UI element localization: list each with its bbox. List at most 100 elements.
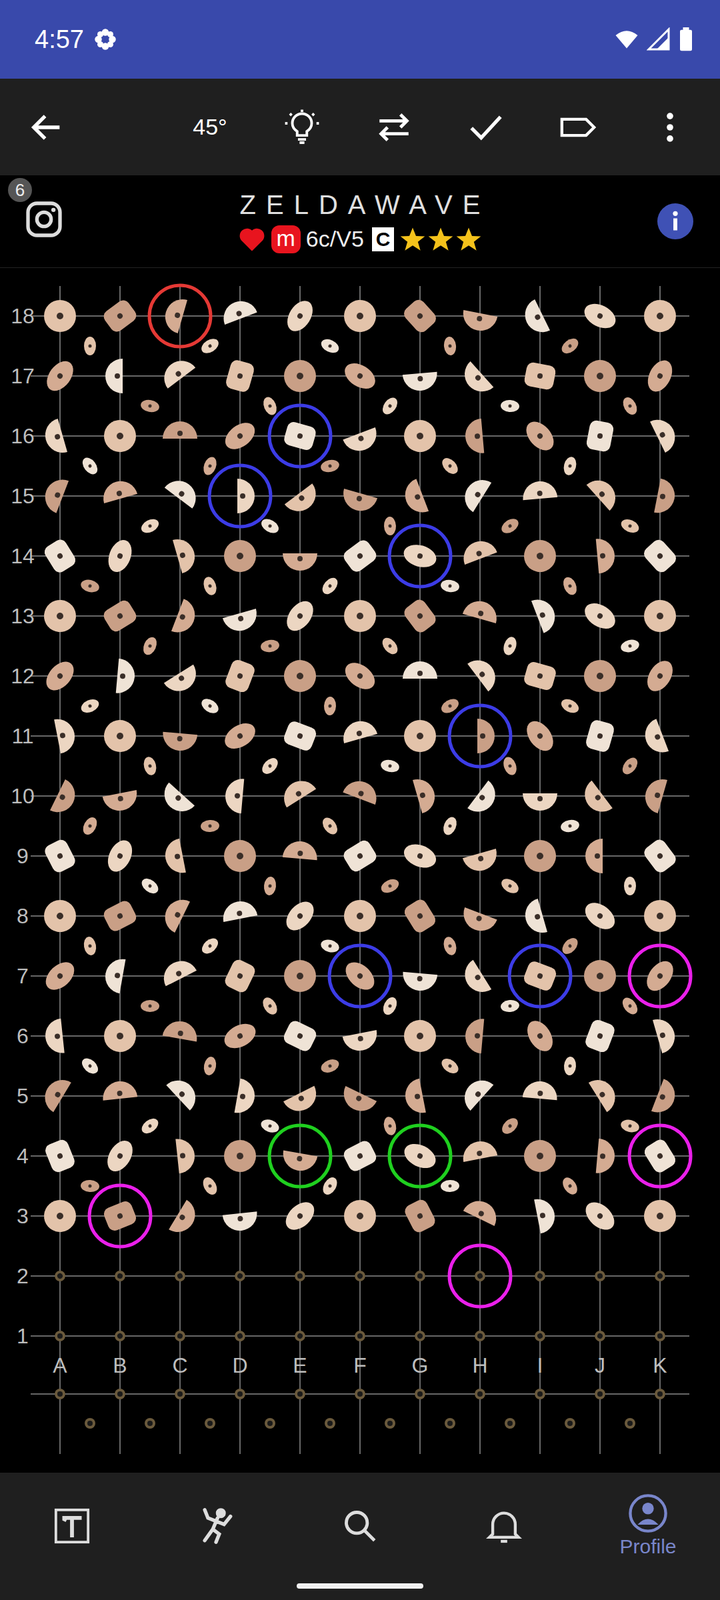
board-hold[interactable]	[463, 1195, 502, 1226]
route-hold-marker[interactable]	[509, 945, 571, 1007]
board-hold[interactable]	[161, 295, 188, 334]
board-hold[interactable]	[578, 780, 613, 819]
board-hold[interactable]	[52, 1268, 68, 1284]
board-hold[interactable]	[263, 876, 278, 896]
board-hold[interactable]	[168, 1200, 202, 1239]
board-hold[interactable]	[41, 356, 79, 396]
board-hold[interactable]	[319, 814, 340, 837]
board-hold[interactable]	[138, 516, 161, 536]
route-hold-marker[interactable]	[149, 285, 211, 347]
route-hold-marker[interactable]	[389, 525, 451, 587]
board-hold[interactable]	[105, 358, 123, 394]
board-hold[interactable]	[642, 656, 678, 696]
board-hold[interactable]	[580, 897, 620, 935]
board-hold[interactable]	[173, 1329, 187, 1343]
board-hold[interactable]	[500, 399, 520, 413]
board-hold[interactable]	[282, 420, 318, 452]
board-hold[interactable]	[280, 656, 320, 696]
board-hold[interactable]	[259, 755, 281, 778]
board-hold[interactable]	[467, 653, 502, 692]
board-hold[interactable]	[402, 372, 439, 392]
board-hold[interactable]	[282, 840, 319, 860]
route-hold-marker[interactable]	[449, 705, 511, 767]
board-hold[interactable]	[97, 713, 143, 759]
board-hold[interactable]	[79, 454, 100, 477]
board-hold[interactable]	[579, 655, 621, 697]
board-hold[interactable]	[517, 1133, 563, 1179]
board-hold[interactable]	[138, 875, 161, 896]
board-hold[interactable]	[517, 833, 562, 878]
board-hold[interactable]	[534, 1196, 558, 1234]
gesture-handle[interactable]	[296, 1583, 424, 1589]
board-hold[interactable]	[642, 598, 678, 634]
board-hold[interactable]	[112, 1328, 128, 1344]
board-hold[interactable]	[223, 658, 256, 694]
board-hold[interactable]	[402, 897, 438, 935]
board-hold[interactable]	[384, 516, 397, 536]
board-hold[interactable]	[519, 299, 550, 338]
board-hold[interactable]	[292, 1328, 308, 1344]
board-hold[interactable]	[54, 716, 78, 754]
board-hold[interactable]	[319, 458, 340, 474]
board-hold[interactable]	[140, 398, 161, 414]
board-hold[interactable]	[641, 297, 679, 335]
board-hold[interactable]	[440, 815, 459, 838]
board-hold[interactable]	[340, 358, 380, 394]
board-hold[interactable]	[340, 956, 380, 995]
board-hold[interactable]	[619, 638, 641, 654]
board-hold[interactable]	[400, 840, 440, 872]
board-hold[interactable]	[522, 793, 558, 811]
board-hold[interactable]	[344, 600, 376, 632]
route-hold-marker[interactable]	[449, 1245, 511, 1307]
board-hold[interactable]	[378, 876, 401, 896]
board-hold[interactable]	[651, 1078, 680, 1118]
board-hold[interactable]	[172, 535, 199, 574]
board-hold[interactable]	[103, 836, 138, 876]
board-hold[interactable]	[458, 907, 498, 936]
board-hold[interactable]	[281, 1018, 318, 1054]
board-hold[interactable]	[558, 696, 581, 716]
board-hold[interactable]	[202, 1056, 218, 1077]
board-hold[interactable]	[654, 478, 678, 516]
board-hold[interactable]	[284, 483, 323, 518]
board-hold[interactable]	[652, 1268, 668, 1284]
instagram-button[interactable]: 6	[22, 198, 70, 245]
board-hold[interactable]	[318, 336, 341, 356]
board-hold[interactable]	[102, 1136, 138, 1176]
board-hold[interactable]	[499, 1115, 522, 1137]
board-hold[interactable]	[101, 1079, 138, 1100]
board-hold[interactable]	[462, 597, 501, 624]
board-hold[interactable]	[650, 414, 681, 453]
board-hold[interactable]	[563, 1056, 577, 1076]
board-hold[interactable]	[640, 718, 669, 758]
nav-item[interactable]	[22, 1506, 122, 1546]
board-hold[interactable]	[402, 661, 438, 679]
board-hold[interactable]	[220, 417, 260, 455]
board-hold[interactable]	[522, 1080, 559, 1100]
board-hold[interactable]	[40, 1196, 80, 1236]
board-hold[interactable]	[641, 775, 668, 814]
board-hold[interactable]	[41, 897, 79, 935]
board-hold[interactable]	[341, 1138, 379, 1174]
board-hold[interactable]	[199, 935, 222, 957]
board-hold[interactable]	[402, 1197, 438, 1235]
board-hold[interactable]	[162, 1018, 200, 1042]
board-hold[interactable]	[279, 355, 321, 397]
board-hold[interactable]	[217, 833, 263, 879]
board-hold[interactable]	[222, 957, 258, 994]
board-hold[interactable]	[458, 536, 498, 565]
board-hold[interactable]	[379, 758, 400, 774]
board-hold[interactable]	[402, 1078, 426, 1116]
board-hold[interactable]	[352, 1268, 368, 1284]
board-hold[interactable]	[233, 1329, 248, 1344]
board-hold[interactable]	[596, 1138, 616, 1175]
board-hold[interactable]	[104, 536, 136, 576]
board-hold[interactable]	[532, 1328, 548, 1344]
board-hold[interactable]	[439, 455, 461, 478]
nav-item[interactable]: Profile	[598, 1494, 698, 1558]
board-hold[interactable]	[99, 477, 138, 504]
board-hold[interactable]	[324, 696, 337, 716]
board-hold[interactable]	[79, 696, 102, 716]
board-hold[interactable]	[462, 848, 501, 875]
board-hold[interactable]	[175, 1137, 196, 1174]
